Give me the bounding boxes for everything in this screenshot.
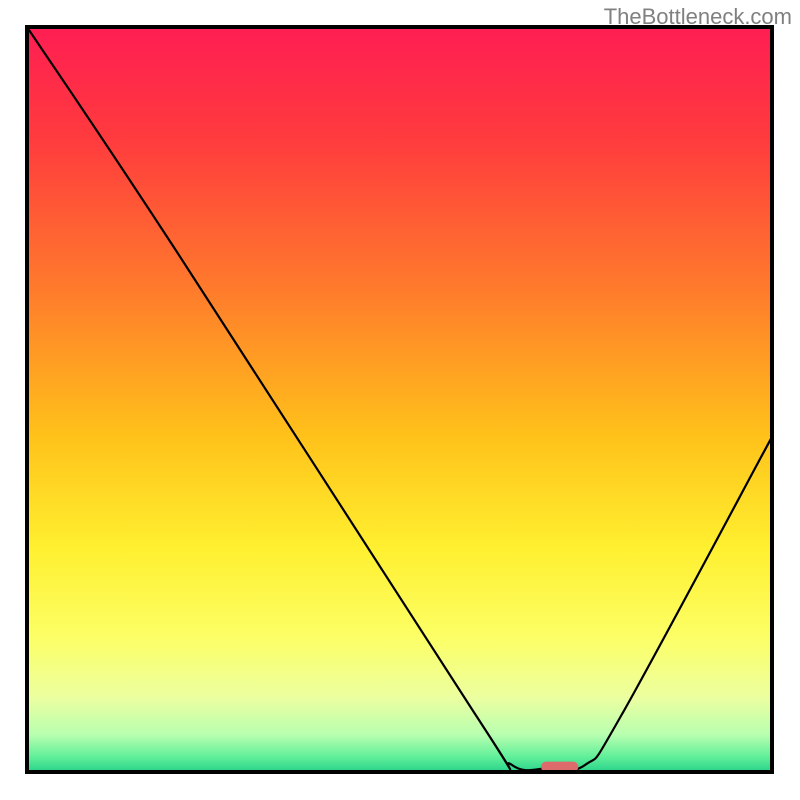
chart-container: TheBottleneck.com	[0, 0, 800, 800]
watermark-text: TheBottleneck.com	[604, 4, 792, 30]
bottleneck-chart	[0, 0, 800, 800]
gradient-background	[27, 27, 772, 772]
